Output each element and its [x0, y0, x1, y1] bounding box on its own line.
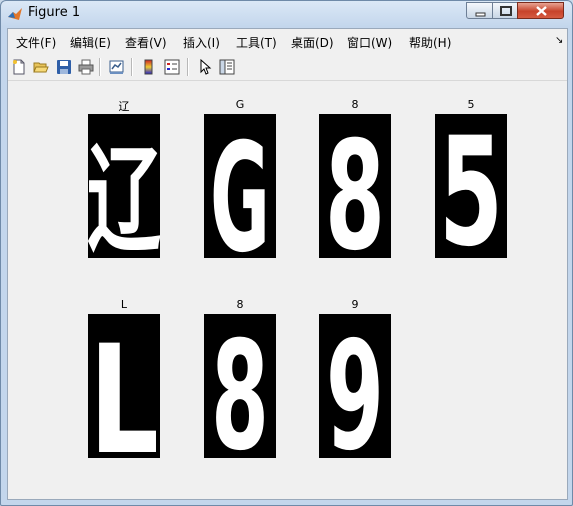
menu-insert[interactable]: 插入(I) — [183, 34, 220, 51]
close-icon — [536, 6, 547, 16]
maximize-button[interactable] — [492, 2, 518, 19]
matlab-icon — [7, 6, 23, 22]
link-plot-button[interactable] — [107, 57, 127, 77]
subplot-title: 5 — [467, 98, 475, 111]
subplot-panel: 5 5 — [435, 98, 507, 258]
menu-desktop[interactable]: 桌面(D) — [291, 34, 334, 51]
menu-overflow-icon[interactable]: ↘ — [555, 35, 563, 46]
menu-file[interactable]: 文件(F) — [16, 34, 56, 51]
subplot-panel: L L — [88, 298, 160, 458]
figure-toolbar — [8, 54, 567, 81]
character-glyph: 辽 — [88, 133, 160, 258]
close-button[interactable] — [517, 2, 564, 19]
character-image: L — [88, 314, 160, 458]
character-glyph: 9 — [326, 314, 384, 458]
toolbar-separator — [131, 58, 133, 76]
character-glyph: 5 — [439, 114, 503, 258]
save-icon — [57, 60, 71, 74]
character-image: 5 — [435, 114, 507, 258]
open-file-icon — [33, 62, 49, 73]
subplot-panel: 9 9 — [319, 298, 391, 458]
open-file-button[interactable] — [31, 57, 51, 77]
figure-canvas: 辽 辽 G G 8 8 5 5 L L 8 8 9 9 — [8, 82, 567, 499]
character-image: G — [204, 114, 276, 258]
new-figure-button[interactable] — [9, 57, 29, 77]
subplot-title: 辽 — [118, 100, 130, 113]
property-editor-button[interactable] — [217, 57, 237, 77]
new-figure-icon — [13, 59, 25, 75]
menu-bar: 文件(F) 编辑(E) 查看(V) 插入(I) 工具(T) 桌面(D) 窗口(W… — [8, 29, 567, 53]
character-image: 辽 — [88, 114, 160, 258]
print-icon — [78, 59, 94, 75]
character-glyph: L — [89, 314, 159, 458]
character-glyph: 8 — [211, 314, 269, 458]
pointer-button[interactable] — [195, 57, 215, 77]
figure-client-area: 文件(F) 编辑(E) 查看(V) 插入(I) 工具(T) 桌面(D) 窗口(W… — [7, 28, 568, 500]
legend-icon — [164, 59, 180, 75]
menu-tools[interactable]: 工具(T) — [236, 34, 277, 51]
property-editor-icon — [219, 59, 235, 75]
title-bar[interactable]: Figure 1 — [1, 1, 572, 27]
window-title: Figure 1 — [28, 5, 81, 20]
character-image: 8 — [319, 114, 391, 258]
subplot-title: 8 — [236, 298, 244, 311]
character-image: 8 — [204, 314, 276, 458]
subplot-panel: G G — [204, 98, 276, 258]
maximize-icon — [500, 6, 512, 16]
subplot-title: 9 — [351, 298, 359, 311]
figure-window: Figure 1 文件(F) 编辑(E) 查看(V) 插入(I) 工具(T) 桌… — [0, 0, 573, 506]
subplot-title: 8 — [351, 98, 359, 111]
subplot-panel: 8 8 — [204, 298, 276, 458]
link-plot-icon — [109, 60, 124, 74]
menu-edit[interactable]: 编辑(E) — [70, 34, 111, 51]
colorbar-icon — [144, 59, 153, 75]
colorbar-button[interactable] — [139, 57, 159, 77]
legend-button[interactable] — [162, 57, 182, 77]
minimize-button[interactable] — [466, 2, 493, 19]
menu-window[interactable]: 窗口(W) — [347, 34, 392, 51]
subplot-panel: 8 8 — [319, 98, 391, 258]
menu-view[interactable]: 查看(V) — [125, 34, 167, 51]
menu-help[interactable]: 帮助(H) — [409, 34, 451, 51]
toolbar-separator — [187, 58, 189, 76]
print-button[interactable] — [76, 57, 96, 77]
subplot-title: G — [235, 98, 245, 111]
subplot-title: L — [120, 298, 128, 311]
character-glyph: G — [210, 114, 270, 258]
save-button[interactable] — [54, 57, 74, 77]
minimize-icon — [475, 12, 486, 17]
pointer-icon — [200, 59, 212, 75]
subplot-panel: 辽 辽 — [88, 98, 160, 258]
character-image: 9 — [319, 314, 391, 458]
toolbar-separator — [99, 58, 101, 76]
character-glyph: 8 — [325, 114, 385, 258]
